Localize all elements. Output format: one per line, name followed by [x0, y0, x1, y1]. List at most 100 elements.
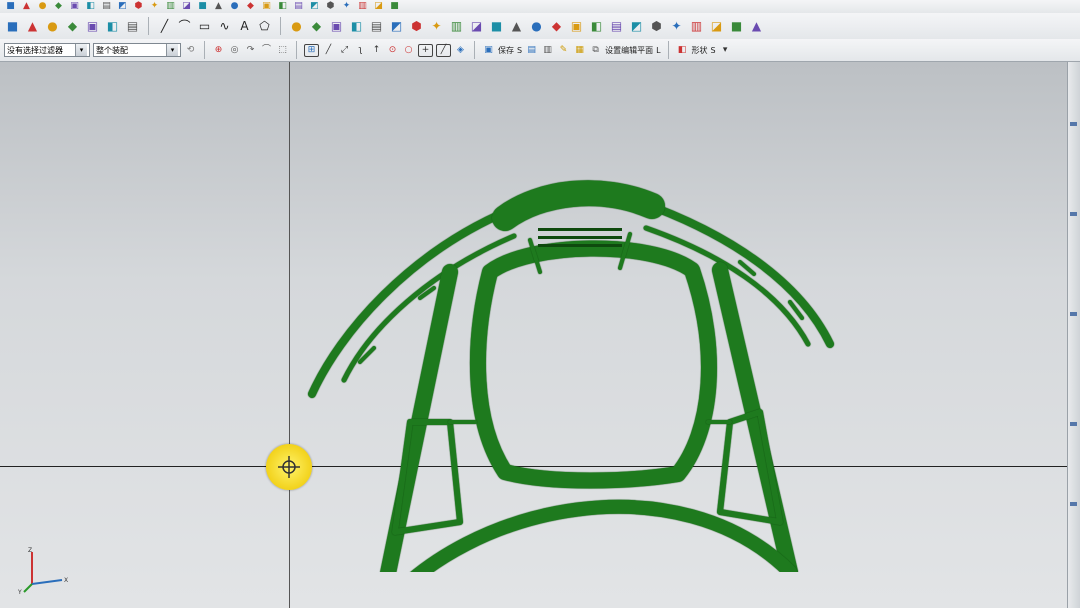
- arc-snap-icon[interactable]: ⌒: [260, 45, 273, 56]
- resource-tab[interactable]: [1070, 422, 1077, 426]
- selection-filter-dropdown[interactable]: 没有选择过滤器 ▾: [4, 43, 90, 57]
- save-icon[interactable]: ▣: [482, 45, 495, 56]
- hole-icon[interactable]: ▣: [328, 18, 345, 35]
- thicken-icon[interactable]: ◧: [588, 18, 605, 35]
- vertex-icon[interactable]: ↑: [370, 45, 383, 56]
- plug-icon[interactable]: ◧: [276, 1, 289, 12]
- move-icon[interactable]: ◆: [244, 1, 257, 12]
- pocket-icon[interactable]: ▤: [368, 18, 385, 35]
- pencil-icon[interactable]: ▤: [100, 1, 113, 12]
- blend-icon[interactable]: ⬢: [408, 18, 425, 35]
- control-point-icon[interactable]: ⤢: [338, 45, 351, 56]
- mirror-icon[interactable]: ■: [488, 18, 505, 35]
- chevron-down-icon[interactable]: ▾: [719, 45, 732, 56]
- set-edit-plane-label[interactable]: 设置编辑平面: [605, 45, 653, 56]
- feature-icon[interactable]: ▥: [164, 1, 177, 12]
- wrap-icon[interactable]: ◩: [628, 18, 645, 35]
- patch-icon[interactable]: ✦: [668, 18, 685, 35]
- clipboard-icon[interactable]: ▦: [573, 45, 586, 56]
- dimension-icon[interactable]: ▤: [124, 18, 141, 35]
- point-on-face-icon[interactable]: ╱: [436, 43, 451, 57]
- text-icon[interactable]: A: [236, 18, 253, 35]
- gear-icon[interactable]: ◩: [116, 1, 129, 12]
- cube-icon[interactable]: ■: [4, 1, 17, 12]
- chart-icon[interactable]: ◪: [372, 1, 385, 12]
- graphics-viewport[interactable]: Z X Y: [0, 62, 1068, 608]
- line-style-icon[interactable]: ▣: [84, 18, 101, 35]
- snap-icon[interactable]: ■: [4, 18, 21, 35]
- shape-icon[interactable]: ⬠: [256, 18, 273, 35]
- box-select-icon[interactable]: ⬚: [276, 45, 289, 56]
- resource-bar[interactable]: [1067, 62, 1080, 608]
- blend-icon[interactable]: ▲: [212, 1, 225, 12]
- resize-icon[interactable]: ■: [728, 18, 745, 35]
- globe-icon[interactable]: ◆: [52, 1, 65, 12]
- refresh-icon[interactable]: ⟲: [184, 45, 197, 56]
- endpoint-icon[interactable]: ⊞: [304, 43, 319, 57]
- intersect-icon[interactable]: ◆: [548, 18, 565, 35]
- chevron-down-icon[interactable]: ▾: [166, 44, 178, 56]
- curve-icon[interactable]: ↷: [244, 45, 257, 56]
- quadrant-icon[interactable]: ○: [402, 45, 415, 56]
- point-on-curve-icon[interactable]: +: [418, 43, 433, 57]
- orbit-icon[interactable]: ◎: [228, 45, 241, 56]
- snap-point-icon[interactable]: ⊕: [212, 45, 225, 56]
- move-face-icon[interactable]: ◪: [708, 18, 725, 35]
- chamfer-icon[interactable]: ◩: [388, 18, 405, 35]
- resource-tab[interactable]: [1070, 212, 1077, 216]
- pattern-icon[interactable]: ◪: [468, 18, 485, 35]
- view-icon[interactable]: ▤: [525, 45, 538, 56]
- offset-icon[interactable]: ▣: [568, 18, 585, 35]
- tool-icon[interactable]: ◩: [308, 1, 321, 12]
- midpoint-icon[interactable]: ╱: [322, 45, 335, 56]
- select-icon[interactable]: ▥: [356, 1, 369, 12]
- bisector-icon[interactable]: ◈: [454, 45, 467, 56]
- shape-label[interactable]: 形状: [692, 45, 708, 56]
- scale-icon[interactable]: ▤: [608, 18, 625, 35]
- extrude-icon[interactable]: ●: [288, 18, 305, 35]
- line-icon[interactable]: ╱: [156, 18, 173, 35]
- arc-icon[interactable]: ⌒: [176, 18, 193, 35]
- model-icon[interactable]: ●: [36, 1, 49, 12]
- resource-tab[interactable]: [1070, 122, 1077, 126]
- delete-face-icon[interactable]: ▲: [748, 18, 765, 35]
- center-icon[interactable]: ⊙: [386, 45, 399, 56]
- spline-icon[interactable]: ∿: [216, 18, 233, 35]
- resource-tab[interactable]: [1070, 312, 1077, 316]
- unite-icon[interactable]: ▲: [508, 18, 525, 35]
- rectangle-icon[interactable]: ▭: [196, 18, 213, 35]
- fill-icon[interactable]: ◆: [64, 18, 81, 35]
- boss-icon[interactable]: ◧: [348, 18, 365, 35]
- box-icon[interactable]: ⬢: [132, 1, 145, 12]
- image-icon[interactable]: ▤: [292, 1, 305, 12]
- view-icon[interactable]: ▣: [260, 1, 273, 12]
- replace-icon[interactable]: ▥: [688, 18, 705, 35]
- intersection-icon[interactable]: ʅ: [354, 45, 367, 56]
- save-icon[interactable]: ●: [228, 1, 241, 12]
- flag-icon[interactable]: ◪: [180, 1, 193, 12]
- save-label[interactable]: 保存: [498, 45, 514, 56]
- shape-icon[interactable]: ◧: [676, 45, 689, 56]
- layer-icon[interactable]: ■: [196, 1, 209, 12]
- note-icon[interactable]: ✎: [557, 45, 570, 56]
- chevron-down-icon[interactable]: ▾: [75, 44, 87, 56]
- plastic-bracket-part[interactable]: [300, 122, 860, 572]
- subtract-icon[interactable]: ●: [528, 18, 545, 35]
- shape-icon[interactable]: ●: [44, 18, 61, 35]
- revolve-icon[interactable]: ◆: [308, 18, 325, 35]
- more-icon[interactable]: ■: [388, 1, 401, 12]
- sheet-icon[interactable]: ✦: [148, 1, 161, 12]
- block-icon[interactable]: ▣: [68, 1, 81, 12]
- shell-icon[interactable]: ✦: [428, 18, 445, 35]
- plane-icon[interactable]: ⧉: [589, 45, 602, 56]
- pick-icon[interactable]: ▲: [24, 18, 41, 35]
- settings-icon[interactable]: ▲: [20, 1, 33, 12]
- rotate-icon[interactable]: ✦: [340, 1, 353, 12]
- sew-icon[interactable]: ⬢: [648, 18, 665, 35]
- table-icon[interactable]: ⬢: [324, 1, 337, 12]
- image-icon[interactable]: ▥: [541, 45, 554, 56]
- trim-icon[interactable]: ▥: [448, 18, 465, 35]
- window-icon[interactable]: ◧: [84, 1, 97, 12]
- selection-scope-dropdown[interactable]: 整个装配 ▾: [93, 43, 181, 57]
- resource-tab[interactable]: [1070, 502, 1077, 506]
